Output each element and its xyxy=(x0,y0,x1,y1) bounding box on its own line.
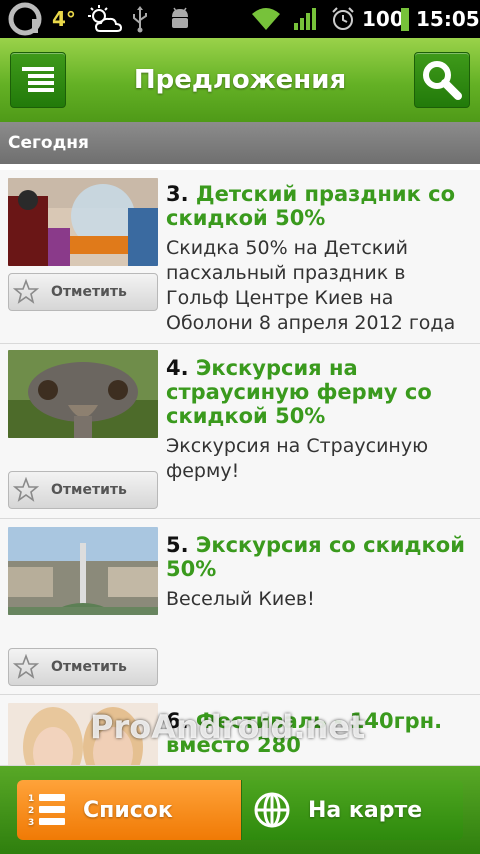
deal-description: Экскурсия на Страусиную ферму! xyxy=(166,435,429,482)
numbered-list-icon: 1 2 3 xyxy=(28,794,65,828)
deal-number: 4. xyxy=(166,356,189,380)
deal-number: 3. xyxy=(166,182,189,206)
bottom-bar: 1 2 3 Список На карте xyxy=(0,766,480,854)
deal-image-children-party xyxy=(8,178,158,266)
deal-number: 5. xyxy=(166,533,189,557)
deal-image-kiev xyxy=(8,527,158,615)
mark-button-label: Отметить xyxy=(51,659,127,675)
deal-description: Скидка 50% на Детский пасхальный праздни… xyxy=(166,237,456,334)
signal-icon xyxy=(292,0,320,38)
svg-text:2: 2 xyxy=(28,806,34,816)
deal-title[interactable]: 4. Экскурсия на страусиную ферму со скид… xyxy=(166,356,472,428)
star-icon xyxy=(13,477,39,502)
deal-description: Веселый Киев! xyxy=(166,588,315,610)
status-bar: 4° 100 15:05 xyxy=(0,0,480,38)
app-logo-icon xyxy=(8,0,42,38)
watermark-text: ProAndroid.net xyxy=(90,708,366,746)
deal-title-text: Экскурсия со скидкой 50% xyxy=(166,533,465,581)
deal-item[interactable]: Отметить 5. Экскурсия со скидкой 50% Вес… xyxy=(0,519,480,695)
search-button[interactable] xyxy=(414,52,470,108)
svg-text:3: 3 xyxy=(28,818,34,828)
mark-button[interactable]: Отметить xyxy=(8,471,158,509)
list-view-button[interactable]: 1 2 3 Список xyxy=(17,780,241,840)
screen-title: Предложения xyxy=(133,65,347,95)
alarm-icon xyxy=(330,0,356,38)
deal-item[interactable]: Отметить 3. Детский праздник со скидкой … xyxy=(0,170,480,344)
list-view-label: Список xyxy=(83,797,173,823)
section-header-today: Сегодня xyxy=(0,122,480,164)
deal-title[interactable]: 5. Экскурсия со скидкой 50% xyxy=(166,533,472,581)
star-icon xyxy=(13,279,39,304)
battery-icon xyxy=(400,0,410,38)
search-icon xyxy=(423,61,462,100)
mark-button-label: Отметить xyxy=(51,284,127,300)
deal-title-text: Экскурсия на страусиную ферму со скидкой… xyxy=(166,356,432,428)
weather-icon xyxy=(86,0,124,38)
wifi-icon xyxy=(250,0,282,38)
globe-icon xyxy=(254,792,290,828)
deal-item[interactable]: Отметить 4. Экскурсия на страусиную ферм… xyxy=(0,344,480,519)
android-debug-icon xyxy=(168,0,192,38)
svg-text:1: 1 xyxy=(28,794,34,804)
temperature-text: 4° xyxy=(52,7,76,31)
deal-title-text: Детский праздник со скидкой 50% xyxy=(166,182,456,230)
deal-title[interactable]: 3. Детский праздник со скидкой 50% xyxy=(166,182,472,230)
map-view-label: На карте xyxy=(308,797,423,823)
star-icon xyxy=(13,654,39,679)
battery-level-text: 100 xyxy=(362,7,404,31)
usb-icon xyxy=(130,0,150,38)
deal-image-ostrich xyxy=(8,350,158,438)
clock-text: 15:05 xyxy=(416,7,480,31)
map-view-button[interactable]: На карте xyxy=(241,780,463,840)
mark-button-label: Отметить xyxy=(51,482,127,498)
menu-icon xyxy=(22,67,54,92)
mark-button[interactable]: Отметить xyxy=(8,273,158,311)
mark-button[interactable]: Отметить xyxy=(8,648,158,686)
menu-button[interactable] xyxy=(10,52,66,108)
action-bar: Предложения xyxy=(0,38,480,122)
